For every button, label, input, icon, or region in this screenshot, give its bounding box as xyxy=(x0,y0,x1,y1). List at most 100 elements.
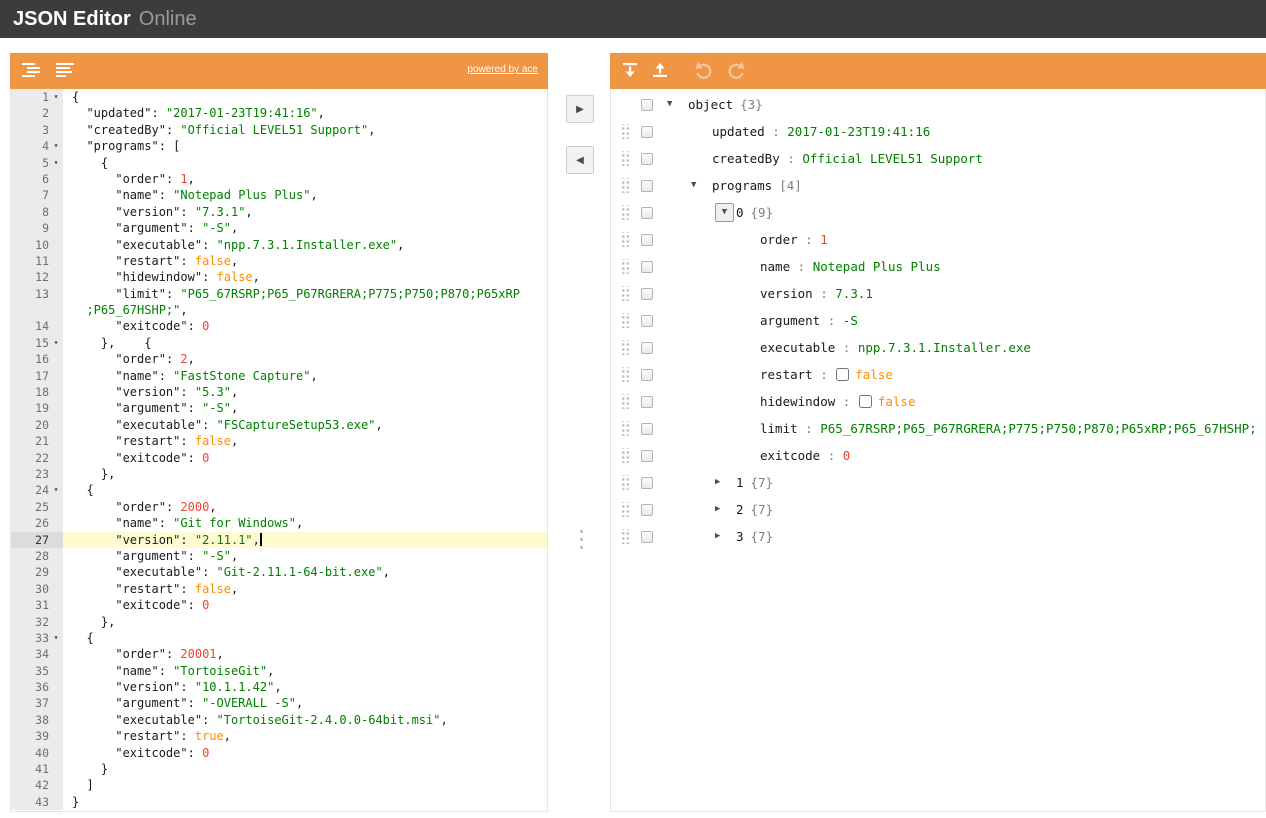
expand-node-icon[interactable]: ▶ xyxy=(715,505,720,514)
actions-menu-button[interactable] xyxy=(641,531,653,543)
code-text[interactable]: "name": "TortoiseGit", xyxy=(63,663,547,679)
code-line-27[interactable]: 27 "version": "2.11.1", xyxy=(11,532,547,548)
tree-field[interactable]: exitcode xyxy=(760,448,820,463)
fold-icon[interactable]: ▾ xyxy=(49,155,63,171)
code-text[interactable]: "exitcode": 0 xyxy=(63,597,547,613)
tree-field[interactable]: limit xyxy=(760,421,798,436)
code-text[interactable]: { xyxy=(63,89,547,105)
actions-menu-button[interactable] xyxy=(641,207,653,219)
code-text[interactable]: "exitcode": 0 xyxy=(63,318,547,334)
tree-field[interactable]: version xyxy=(760,286,813,301)
code-text[interactable]: }, xyxy=(63,466,547,482)
drag-handle-icon[interactable] xyxy=(621,259,630,274)
tree-value[interactable]: 2017-01-23T19:41:16 xyxy=(787,124,930,139)
tree-field[interactable]: restart xyxy=(760,367,813,382)
actions-menu-button[interactable] xyxy=(641,423,653,435)
drag-handle-icon[interactable] xyxy=(621,151,630,166)
code-text[interactable]: ] xyxy=(63,777,547,793)
code-text[interactable]: "order": 20001, xyxy=(63,646,547,662)
code-text[interactable]: { xyxy=(63,482,547,498)
drag-handle-icon[interactable] xyxy=(621,394,630,409)
tree-value[interactable]: -S xyxy=(843,313,858,328)
code-line-34[interactable]: 34 "order": 20001, xyxy=(11,646,547,662)
copy-to-right-button[interactable]: ▶ xyxy=(566,95,594,123)
code-line-17[interactable]: 17 "name": "FastStone Capture", xyxy=(11,368,547,384)
tree-field[interactable]: argument xyxy=(760,313,820,328)
code-line-13[interactable]: 13 "limit": "P65_67RSRP;P65_P67RGRERA;P7… xyxy=(11,286,547,302)
code-line-28[interactable]: 28 "argument": "-S", xyxy=(11,548,547,564)
actions-menu-button[interactable] xyxy=(641,504,653,516)
code-line-11[interactable]: 11 "restart": false, xyxy=(11,253,547,269)
actions-menu-button[interactable] xyxy=(641,288,653,300)
collapse-all-button[interactable] xyxy=(650,60,670,82)
code-line-20[interactable]: 20 "executable": "FSCaptureSetup53.exe", xyxy=(11,417,547,433)
code-text[interactable]: "version": "5.3", xyxy=(63,384,547,400)
actions-menu-button[interactable] xyxy=(641,261,653,273)
code-line-2[interactable]: 2 "updated": "2017-01-23T19:41:16", xyxy=(11,105,547,121)
code-text[interactable]: "updated": "2017-01-23T19:41:16", xyxy=(63,105,547,121)
code-text[interactable]: { xyxy=(63,630,547,646)
tree-value[interactable]: npp.7.3.1.Installer.exe xyxy=(858,340,1031,355)
redo-button[interactable] xyxy=(725,60,748,82)
powered-by-ace-link[interactable]: powered by ace xyxy=(467,64,538,75)
expand-node-icon[interactable]: ▶ xyxy=(715,478,720,487)
code-line-35[interactable]: 35 "name": "TortoiseGit", xyxy=(11,663,547,679)
code-line-12[interactable]: 12 "hidewindow": false, xyxy=(11,269,547,285)
code-line-8[interactable]: 8 "version": "7.3.1", xyxy=(11,204,547,220)
drag-handle-icon[interactable] xyxy=(621,313,630,328)
code-line-38[interactable]: 38 "executable": "TortoiseGit-2.4.0.0-64… xyxy=(11,712,547,728)
code-line-15[interactable]: 15▾ }, { xyxy=(11,335,547,351)
tree-field[interactable]: order xyxy=(760,232,798,247)
code-line-24[interactable]: 24▾ { xyxy=(11,482,547,498)
code-text[interactable]: "executable": "FSCaptureSetup53.exe", xyxy=(63,417,547,433)
code-text[interactable]: "createdBy": "Official LEVEL51 Support", xyxy=(63,122,547,138)
code-line-36[interactable]: 36 "version": "10.1.1.42", xyxy=(11,679,547,695)
code-text[interactable]: "restart": true, xyxy=(63,728,547,744)
code-text[interactable]: "version": "2.11.1", xyxy=(63,532,547,548)
code-text[interactable]: "restart": false, xyxy=(63,433,547,449)
code-line-42[interactable]: 42 ] xyxy=(11,777,547,793)
boolean-checkbox[interactable] xyxy=(859,395,872,408)
actions-menu-button[interactable] xyxy=(641,180,653,192)
code-line-29[interactable]: 29 "executable": "Git-2.11.1-64-bit.exe"… xyxy=(11,564,547,580)
compact-button[interactable] xyxy=(54,60,78,82)
tree-value[interactable]: P65_67RSRP;P65_P67RGRERA;P775;P750;P870;… xyxy=(820,421,1257,436)
code-line-14[interactable]: 14 "exitcode": 0 xyxy=(11,318,547,334)
code-text[interactable]: "executable": "npp.7.3.1.Installer.exe", xyxy=(63,237,547,253)
code-line-23[interactable]: 23 }, xyxy=(11,466,547,482)
tree-field[interactable]: object xyxy=(688,97,733,112)
boolean-checkbox[interactable] xyxy=(836,368,849,381)
tree-field[interactable]: createdBy xyxy=(712,151,780,166)
code-line-4[interactable]: 4▾ "programs": [ xyxy=(11,138,547,154)
tree-field[interactable]: programs xyxy=(712,178,772,193)
code-text[interactable]: "exitcode": 0 xyxy=(63,450,547,466)
code-text[interactable]: "order": 2, xyxy=(63,351,547,367)
drag-handle-icon[interactable] xyxy=(621,286,630,301)
tree-field[interactable]: 1 xyxy=(736,475,744,490)
tree-value[interactable]: false xyxy=(855,367,893,382)
fold-icon[interactable]: ▾ xyxy=(49,630,63,646)
code-text[interactable]: "exitcode": 0 xyxy=(63,745,547,761)
code-text[interactable]: "programs": [ xyxy=(63,138,547,154)
code-text[interactable]: "name": "Notepad Plus Plus", xyxy=(63,187,547,203)
splitter-handle[interactable] xyxy=(577,530,585,554)
drag-handle-icon[interactable] xyxy=(621,232,630,247)
code-text[interactable]: "version": "7.3.1", xyxy=(63,204,547,220)
drag-handle-icon[interactable] xyxy=(621,205,630,220)
code-text[interactable]: }, { xyxy=(63,335,547,351)
code-line-41[interactable]: 41 } xyxy=(11,761,547,777)
code-text[interactable]: "restart": false, xyxy=(63,581,547,597)
drag-handle-icon[interactable] xyxy=(621,448,630,463)
fold-icon[interactable]: ▾ xyxy=(49,89,63,105)
code-line-16[interactable]: 16 "order": 2, xyxy=(11,351,547,367)
actions-menu-button[interactable] xyxy=(641,396,653,408)
code-text[interactable]: "hidewindow": false, xyxy=(63,269,547,285)
actions-menu-button[interactable] xyxy=(641,126,653,138)
code-line-1[interactable]: 1▾{ xyxy=(11,89,547,105)
code-line-33[interactable]: 33▾ { xyxy=(11,630,547,646)
drag-handle-icon[interactable] xyxy=(621,340,630,355)
code-line-37[interactable]: 37 "argument": "-OVERALL -S", xyxy=(11,695,547,711)
expand-all-button[interactable] xyxy=(620,60,640,82)
expand-node-icon[interactable]: ▶ xyxy=(715,532,720,541)
actions-menu-button[interactable] xyxy=(641,369,653,381)
